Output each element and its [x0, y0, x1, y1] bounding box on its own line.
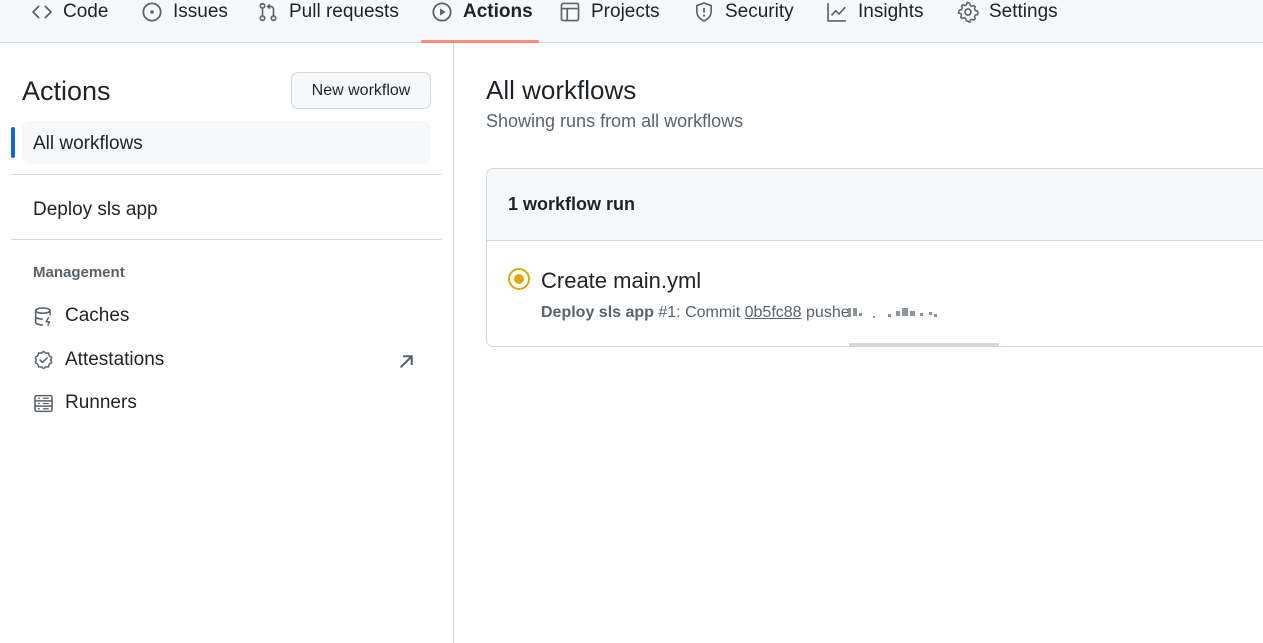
sidebar-item-attestations[interactable]: Attestations — [33, 345, 431, 375]
sidebar-divider — [11, 174, 442, 175]
sidebar-title: Actions — [22, 76, 111, 106]
tab-pull-requests[interactable]: Pull requests — [257, 0, 399, 42]
management-heading: Management — [33, 264, 125, 281]
workflow-run-title[interactable]: Create main.yml — [541, 268, 701, 294]
git-pull-request-icon — [259, 2, 277, 22]
tab-security[interactable]: Security — [693, 0, 794, 42]
server-icon — [34, 394, 53, 412]
commit-sha-link[interactable]: 0b5fc88 — [745, 304, 802, 321]
sidebar-item-deploy-sls-app[interactable]: Deploy sls app — [33, 199, 158, 221]
active-item-indicator — [11, 127, 15, 158]
tab-issues[interactable]: Issues — [141, 0, 228, 42]
run-progress-underline — [849, 343, 999, 346]
sidebar-item-caches[interactable]: Caches — [33, 301, 431, 331]
tab-security-label: Security — [725, 1, 794, 22]
verified-icon — [34, 350, 53, 369]
link-external-icon — [400, 355, 413, 368]
tab-issues-label: Issues — [173, 1, 228, 22]
tab-insights[interactable]: Insights — [826, 0, 923, 42]
workflow-run-pushed-text: pushe — [806, 304, 850, 321]
sidebar-item-runners-label: Runners — [65, 392, 137, 413]
sidebar-item-caches-label: Caches — [65, 305, 130, 326]
code-icon — [32, 5, 52, 19]
sidebar-divider — [11, 239, 442, 240]
tab-code[interactable]: Code — [31, 0, 108, 42]
in-progress-status-icon — [508, 268, 530, 290]
play-icon — [432, 2, 452, 22]
workflow-run-workflow-name: Deploy sls app — [541, 304, 654, 321]
tab-projects-label: Projects — [591, 1, 660, 22]
repo-nav: Code Issues Pull requests Actions Projec… — [0, 0, 1263, 43]
issue-opened-icon — [142, 2, 162, 22]
workflow-runs-list: 1 workflow run Create main.yml Deploy sl… — [486, 168, 1263, 347]
workflow-run-number: #1: Commit — [658, 304, 741, 321]
sidebar-item-attestations-label: Attestations — [65, 349, 165, 370]
sidebar-item-all-workflows-label[interactable]: All workflows — [33, 133, 143, 155]
tab-code-label: Code — [63, 1, 109, 22]
tab-settings-label: Settings — [989, 1, 1058, 22]
shield-icon — [696, 2, 712, 22]
tab-actions-label: Actions — [463, 1, 533, 22]
redacted-text — [848, 306, 958, 320]
page-subtitle: Showing runs from all workflows — [486, 111, 744, 131]
tab-pull-requests-label: Pull requests — [289, 1, 399, 22]
workflow-runs-header: 1 workflow run — [487, 169, 1263, 241]
sidebar-item-runners[interactable]: Runners — [33, 388, 431, 418]
tab-insights-label: Insights — [858, 1, 924, 22]
page-title: All workflows — [486, 75, 637, 105]
actions-sidebar: Actions New workflow All workflows Deplo… — [0, 43, 454, 643]
tab-actions[interactable]: Actions — [431, 0, 533, 42]
database-icon — [34, 306, 51, 326]
workflow-run-meta: Deploy sls app #1: Commit 0b5fc88 pushe — [541, 304, 850, 322]
gear-icon — [957, 1, 979, 23]
new-workflow-button[interactable]: New workflow — [291, 72, 431, 109]
tab-projects[interactable]: Projects — [559, 0, 660, 42]
graph-icon — [827, 3, 846, 22]
tab-settings[interactable]: Settings — [957, 0, 1058, 42]
workflow-runs-count: 1 workflow run — [508, 194, 636, 214]
table-icon — [560, 2, 580, 22]
